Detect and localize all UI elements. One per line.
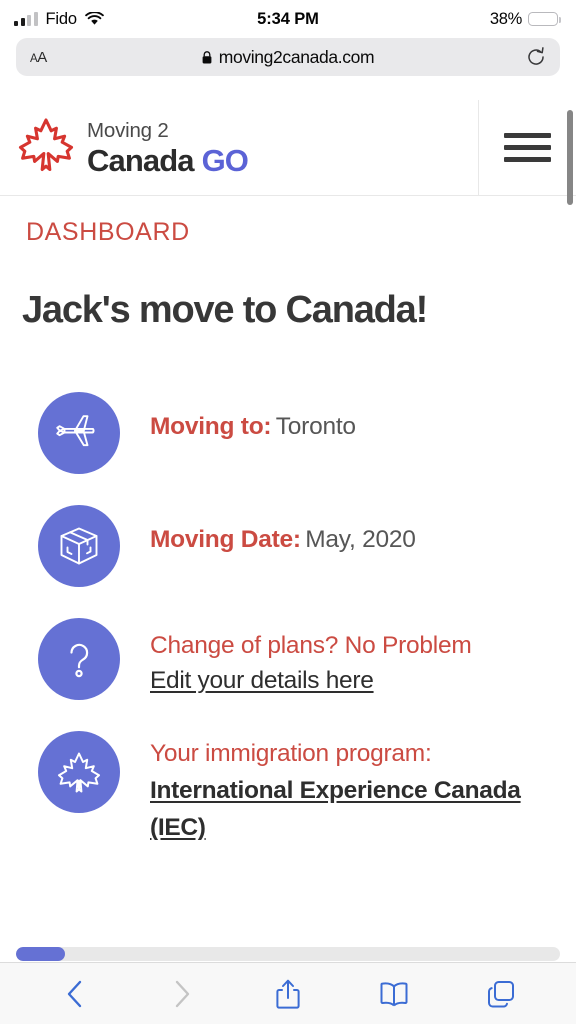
browser-toolbar <box>0 962 576 1024</box>
list-item: Moving to: Toronto <box>0 392 576 474</box>
forward-chevron-icon <box>159 974 205 1014</box>
cellular-signal-icon <box>14 12 38 26</box>
list-item-label: Moving Date: <box>150 526 301 553</box>
address-bar[interactable]: AA moving2canada.com <box>16 38 560 76</box>
list-item-text: Moving to: Toronto <box>150 392 356 445</box>
edit-details-link[interactable]: Edit your details here <box>150 664 374 699</box>
progress-fill <box>16 947 65 961</box>
logo-go-text: GO <box>201 142 249 178</box>
battery-icon <box>528 11 561 27</box>
question-mark-icon <box>38 618 120 700</box>
list-item-text: Change of plans? No Problem Edit your de… <box>150 618 472 699</box>
lock-icon <box>202 50 212 64</box>
list-item-value: May, 2020 <box>305 526 416 553</box>
list-item-label: Moving to: <box>150 413 272 440</box>
logo-canada-text: Canada <box>87 142 194 178</box>
page-scrollbar[interactable] <box>567 110 573 205</box>
wifi-icon <box>84 11 104 26</box>
url-display: moving2canada.com <box>16 47 560 68</box>
carrier-label: Fido <box>45 9 78 28</box>
logo-line-1: Moving 2 <box>87 119 169 143</box>
list-item: Change of plans? No Problem Edit your de… <box>0 618 576 700</box>
site-header: Moving 2 Canada GO <box>0 100 576 196</box>
status-bar-right: 38% <box>489 9 561 29</box>
maple-leaf-icon <box>18 117 74 179</box>
dashboard-items-list: Moving to: Toronto Moving Date: May, 202… <box>0 392 576 846</box>
logo-wordmark: Moving 2 Canada GO <box>87 119 249 178</box>
maple-leaf-icon <box>38 731 120 813</box>
battery-percent-label: 38% <box>489 9 522 28</box>
webview: Moving 2 Canada GO DASHBOARD Jack's move … <box>0 100 576 964</box>
list-item-label: Your immigration program: <box>150 740 432 767</box>
bookmarks-book-icon[interactable] <box>371 974 417 1014</box>
page-title: Jack's move to Canada! <box>22 289 428 331</box>
tabs-icon[interactable] <box>478 974 524 1014</box>
menu-button-cell[interactable] <box>478 100 576 195</box>
moving-box-icon <box>38 505 120 587</box>
airplane-icon <box>38 392 120 474</box>
list-item-value: Toronto <box>275 413 356 440</box>
progress-track <box>16 947 560 961</box>
status-bar-left: Fido <box>14 10 104 29</box>
text-size-button[interactable]: AA <box>30 49 47 66</box>
list-item: Your immigration program: International … <box>0 731 576 846</box>
list-item: Moving Date: May, 2020 <box>0 505 576 587</box>
logo-line-2: Canada GO <box>87 142 249 178</box>
immigration-program-link[interactable]: International Experience Canada (IEC) <box>150 772 558 846</box>
url-text: moving2canada.com <box>218 46 375 67</box>
hamburger-menu-icon[interactable] <box>504 133 551 162</box>
status-bar: Fido 5:34 PM 38% <box>0 0 576 38</box>
list-item-label: Change of plans? No Problem <box>150 632 472 659</box>
list-item-text: Moving Date: May, 2020 <box>150 505 416 558</box>
site-logo[interactable]: Moving 2 Canada GO <box>0 117 249 179</box>
address-bar-container: AA moving2canada.com <box>0 38 576 89</box>
breadcrumb[interactable]: DASHBOARD <box>0 196 576 247</box>
reload-icon[interactable] <box>526 47 546 67</box>
list-item-text: Your immigration program: International … <box>150 731 558 846</box>
page-load-progress <box>0 947 576 961</box>
back-chevron-icon[interactable] <box>52 974 98 1014</box>
share-icon[interactable] <box>265 974 311 1014</box>
